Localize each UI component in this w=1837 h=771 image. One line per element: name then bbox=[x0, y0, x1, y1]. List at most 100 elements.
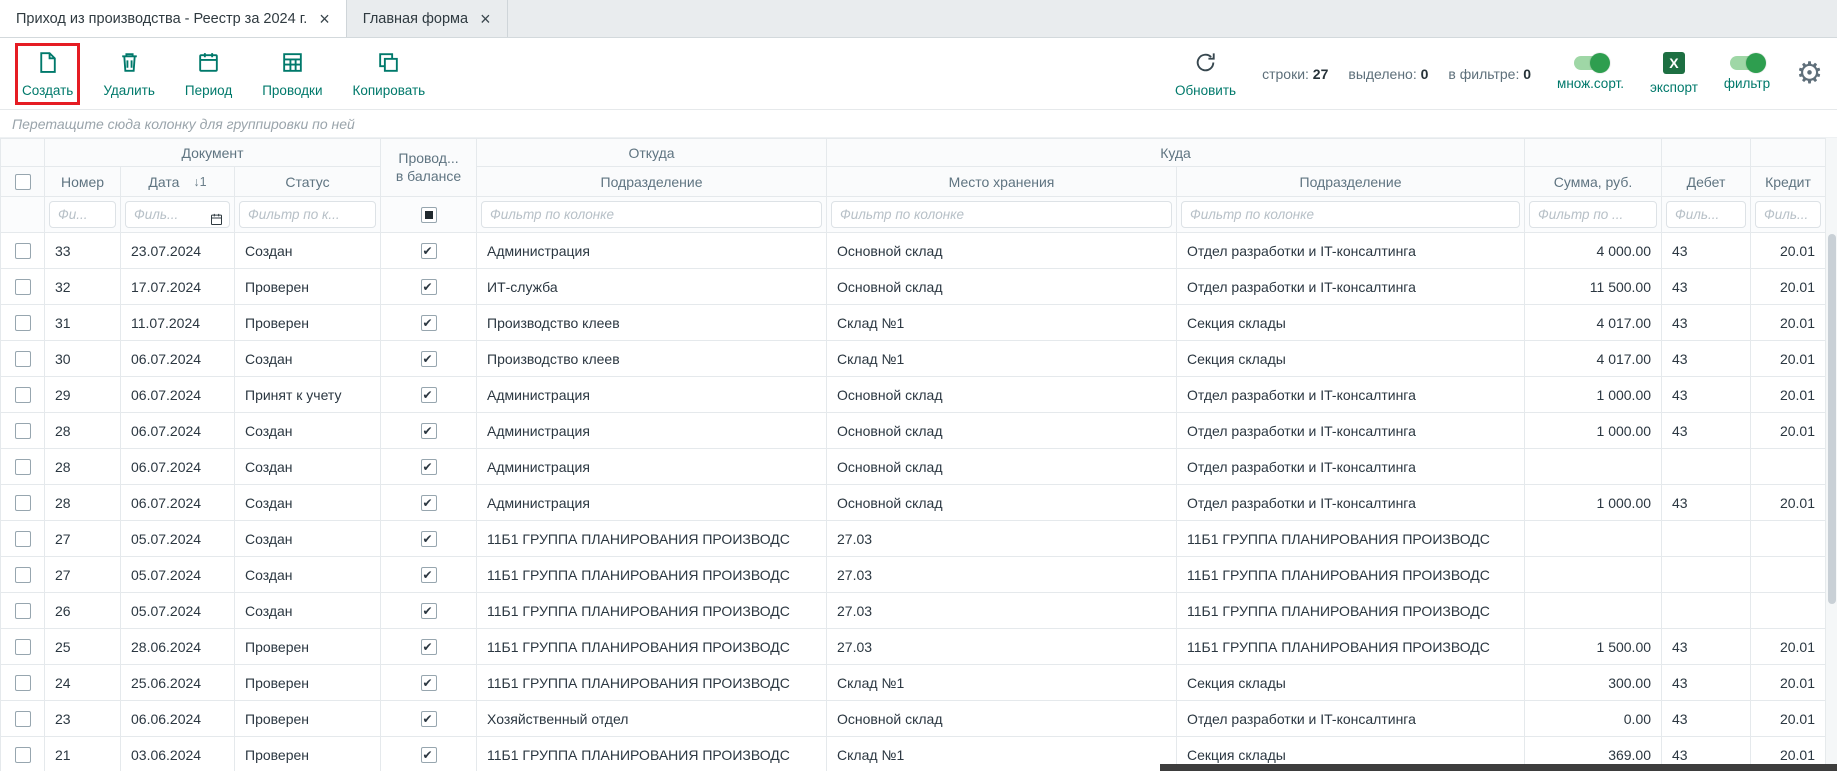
posted-checkbox[interactable]: ✔ bbox=[421, 315, 437, 331]
close-icon[interactable]: × bbox=[480, 10, 491, 28]
table-row[interactable]: 28 06.07.2024 Создан ✔ Администрация Осн… bbox=[1, 413, 1826, 449]
tab-main-form[interactable]: Главная форма × bbox=[347, 0, 508, 37]
tab-register-2024[interactable]: Приход из производства - Реестр за 2024 … bbox=[0, 0, 347, 37]
row-checkbox[interactable] bbox=[15, 243, 31, 259]
column-header-debit[interactable]: Дебет bbox=[1662, 167, 1751, 197]
row-checkbox[interactable] bbox=[15, 747, 31, 763]
table-row[interactable]: 27 05.07.2024 Создан ✔ 11Б1 ГРУППА ПЛАНИ… bbox=[1, 557, 1826, 593]
row-checkbox[interactable] bbox=[15, 315, 31, 331]
table-row[interactable]: 28 06.07.2024 Создан ✔ Администрация Осн… bbox=[1, 485, 1826, 521]
from-department-filter-input[interactable] bbox=[481, 201, 822, 228]
multisort-toggle[interactable] bbox=[1574, 56, 1608, 70]
row-checkbox[interactable] bbox=[15, 351, 31, 367]
header-checkbox-spacer bbox=[1, 139, 45, 167]
multisort-toggle-group[interactable]: множ.сорт. bbox=[1557, 56, 1624, 91]
table-row[interactable]: 23 06.06.2024 Проверен ✔ Хозяйственный о… bbox=[1, 701, 1826, 737]
row-checkbox[interactable] bbox=[15, 639, 31, 655]
group-header-sum-spacer bbox=[1525, 139, 1662, 167]
gear-icon[interactable]: ⚙ bbox=[1796, 59, 1823, 89]
table-row[interactable]: 24 25.06.2024 Проверен ✔ 11Б1 ГРУППА ПЛА… bbox=[1, 665, 1826, 701]
close-icon[interactable]: × bbox=[319, 10, 330, 28]
delete-button[interactable]: Удалить bbox=[103, 50, 155, 98]
column-header-number[interactable]: Номер bbox=[45, 167, 121, 197]
cell-to-department: Секция склады bbox=[1177, 665, 1525, 701]
cell-number: 23 bbox=[45, 701, 121, 737]
credit-filter-input[interactable] bbox=[1755, 201, 1821, 228]
filter-toggle[interactable] bbox=[1730, 56, 1764, 70]
to-department-filter-input[interactable] bbox=[1181, 201, 1520, 228]
copy-button[interactable]: Копировать bbox=[353, 50, 426, 98]
table-row[interactable]: 29 06.07.2024 Принят к учету ✔ Администр… bbox=[1, 377, 1826, 413]
row-select-cell bbox=[1, 629, 45, 665]
sort-indicator[interactable]: ↓1 bbox=[193, 175, 206, 189]
select-all-checkbox[interactable] bbox=[15, 174, 31, 190]
row-checkbox[interactable] bbox=[15, 495, 31, 511]
column-header-status[interactable]: Статус bbox=[235, 167, 381, 197]
posted-checkbox[interactable]: ✔ bbox=[421, 603, 437, 619]
row-checkbox[interactable] bbox=[15, 603, 31, 619]
posted-checkbox[interactable]: ✔ bbox=[421, 423, 437, 439]
row-checkbox[interactable] bbox=[15, 387, 31, 403]
posted-checkbox[interactable]: ✔ bbox=[421, 711, 437, 727]
cell-credit: 20.01 bbox=[1751, 665, 1826, 701]
table-row[interactable]: 26 05.07.2024 Создан ✔ 11Б1 ГРУППА ПЛАНИ… bbox=[1, 593, 1826, 629]
table-row[interactable]: 31 11.07.2024 Проверен ✔ Производство кл… bbox=[1, 305, 1826, 341]
vertical-scrollbar[interactable] bbox=[1825, 138, 1837, 771]
date-picker-icon[interactable] bbox=[209, 212, 224, 227]
table-row[interactable]: 33 23.07.2024 Создан ✔ Администрация Осн… bbox=[1, 233, 1826, 269]
row-checkbox[interactable] bbox=[15, 711, 31, 727]
refresh-icon bbox=[1193, 50, 1218, 78]
period-button[interactable]: Период bbox=[185, 50, 232, 98]
group-by-drop-zone[interactable]: Перетащите сюда колонку для группировки … bbox=[0, 110, 1837, 138]
column-header-sum[interactable]: Сумма, руб. bbox=[1525, 167, 1662, 197]
posted-checkbox[interactable]: ✔ bbox=[421, 531, 437, 547]
row-checkbox[interactable] bbox=[15, 531, 31, 547]
filter-toggle-group[interactable]: фильтр bbox=[1724, 56, 1770, 91]
row-select-cell bbox=[1, 737, 45, 771]
posted-checkbox[interactable]: ✔ bbox=[421, 567, 437, 583]
status-filter-input[interactable] bbox=[239, 201, 376, 228]
filter-label: фильтр bbox=[1724, 76, 1770, 91]
posted-checkbox[interactable]: ✔ bbox=[421, 495, 437, 511]
posted-checkbox[interactable]: ✔ bbox=[421, 639, 437, 655]
table-row[interactable]: 27 05.07.2024 Создан ✔ 11Б1 ГРУППА ПЛАНИ… bbox=[1, 521, 1826, 557]
posted-filter-checkbox[interactable] bbox=[421, 207, 437, 223]
posted-checkbox[interactable]: ✔ bbox=[421, 675, 437, 691]
filter-spacer-cell bbox=[1, 197, 45, 233]
storage-filter-input[interactable] bbox=[831, 201, 1172, 228]
row-select-cell bbox=[1, 413, 45, 449]
sum-filter-input[interactable] bbox=[1529, 201, 1657, 228]
cell-to-department: Отдел разработки и IT-консалтинга bbox=[1177, 449, 1525, 485]
export-button[interactable]: X экспорт bbox=[1650, 52, 1698, 95]
row-checkbox[interactable] bbox=[15, 459, 31, 475]
vertical-scrollbar-thumb[interactable] bbox=[1828, 234, 1836, 604]
number-filter-input[interactable] bbox=[49, 201, 116, 228]
column-header-date[interactable]: Дата ↓1 bbox=[121, 167, 235, 197]
create-button[interactable]: Создать bbox=[22, 50, 73, 98]
column-header-posted[interactable]: Провод... в балансе bbox=[381, 139, 477, 197]
table-row[interactable]: 28 06.07.2024 Создан ✔ Администрация Осн… bbox=[1, 449, 1826, 485]
row-checkbox[interactable] bbox=[15, 567, 31, 583]
posted-checkbox[interactable]: ✔ bbox=[421, 747, 437, 763]
column-header-from-department[interactable]: Подразделение bbox=[477, 167, 827, 197]
horizontal-scrollbar-thumb[interactable] bbox=[1160, 764, 1837, 771]
posted-checkbox[interactable]: ✔ bbox=[421, 351, 437, 367]
posted-checkbox[interactable]: ✔ bbox=[421, 279, 437, 295]
debit-filter-input[interactable] bbox=[1666, 201, 1746, 228]
column-header-credit[interactable]: Кредит bbox=[1751, 167, 1826, 197]
posted-checkbox[interactable]: ✔ bbox=[421, 243, 437, 259]
posted-checkbox[interactable]: ✔ bbox=[421, 387, 437, 403]
postings-button[interactable]: Проводки bbox=[262, 50, 322, 98]
rows-count-value: 27 bbox=[1313, 66, 1329, 82]
column-header-storage[interactable]: Место хранения bbox=[827, 167, 1177, 197]
filter-cell-date bbox=[121, 197, 235, 233]
table-row[interactable]: 30 06.07.2024 Создан ✔ Производство клее… bbox=[1, 341, 1826, 377]
row-checkbox[interactable] bbox=[15, 423, 31, 439]
row-checkbox[interactable] bbox=[15, 675, 31, 691]
refresh-button[interactable]: Обновить bbox=[1175, 50, 1236, 98]
table-row[interactable]: 32 17.07.2024 Проверен ✔ ИТ-служба Основ… bbox=[1, 269, 1826, 305]
column-header-to-department[interactable]: Подразделение bbox=[1177, 167, 1525, 197]
table-row[interactable]: 25 28.06.2024 Проверен ✔ 11Б1 ГРУППА ПЛА… bbox=[1, 629, 1826, 665]
row-checkbox[interactable] bbox=[15, 279, 31, 295]
posted-checkbox[interactable]: ✔ bbox=[421, 459, 437, 475]
